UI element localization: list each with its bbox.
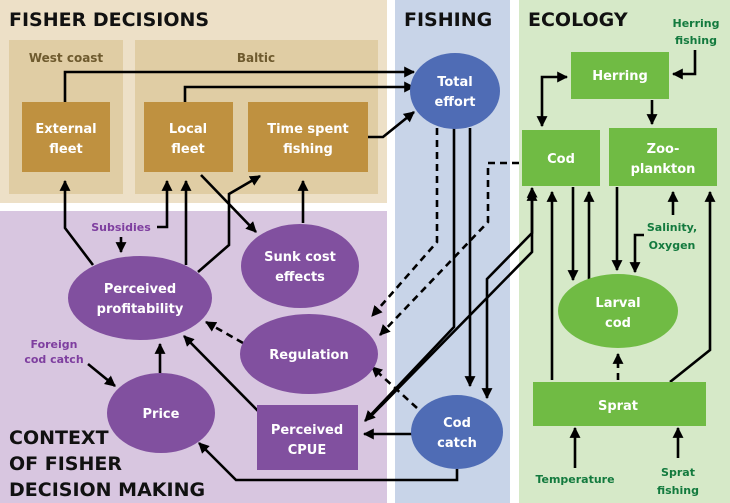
node-cod[interactable]: Cod — [522, 130, 600, 186]
node-total-effort[interactable]: Total effort — [410, 53, 500, 129]
node-regulation[interactable]: Regulation — [240, 314, 378, 394]
node-time-spent-fishing[interactable]: Time spent fishing — [248, 102, 368, 172]
node-sunk-cost-effects[interactable]: Sunk cost effects — [241, 224, 359, 308]
node-cod-catch[interactable]: Cod catch — [411, 395, 503, 469]
diagram-canvas: FISHER DECISIONS FISHING ECOLOGY CONTEXT… — [0, 0, 730, 503]
node-external-fleet[interactable]: External fleet — [22, 102, 110, 172]
label-subsidies: Subsidies — [91, 221, 151, 234]
node-perceived-cpue[interactable]: Perceived CPUE — [257, 405, 358, 470]
label-temperature: Temperature — [535, 473, 614, 486]
node-larval-cod[interactable]: Larval cod — [558, 274, 678, 348]
west-coast-label: West coast — [29, 51, 104, 65]
svg-text:Cod: Cod — [547, 152, 575, 167]
node-zooplankton[interactable]: Zoo-plankton — [609, 128, 717, 186]
fisher-decisions-title: FISHER DECISIONS — [9, 9, 209, 31]
node-herring[interactable]: Herring — [571, 52, 669, 99]
svg-text:Sprat: Sprat — [598, 399, 638, 414]
node-perceived-profitability[interactable]: Perceived profitability — [68, 256, 212, 340]
node-sprat[interactable]: Sprat — [533, 382, 706, 426]
node-price[interactable]: Price — [107, 373, 215, 453]
svg-text:Herring: Herring — [592, 69, 648, 84]
ecology-title: ECOLOGY — [528, 9, 628, 31]
node-local-fleet[interactable]: Local fleet — [144, 102, 233, 172]
baltic-label: Baltic — [237, 51, 275, 65]
fishing-title: FISHING — [404, 9, 492, 31]
svg-text:Price: Price — [143, 407, 180, 422]
svg-text:Regulation: Regulation — [269, 348, 348, 363]
